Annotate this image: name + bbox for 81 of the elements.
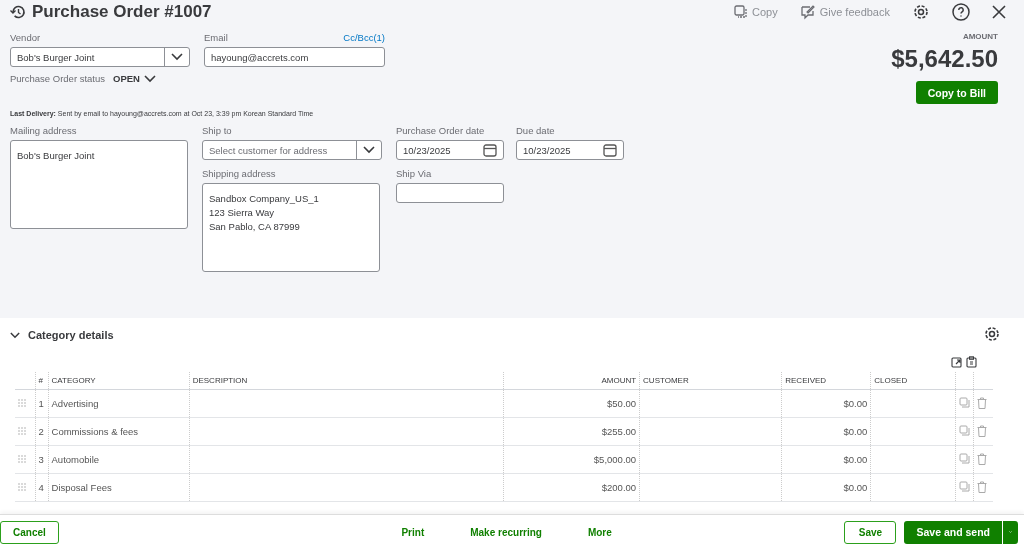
column-header: AMOUNT	[503, 372, 640, 390]
calendar-icon[interactable]	[603, 143, 617, 157]
category-cell[interactable]: Advertising	[48, 389, 190, 418]
category-cell[interactable]: Automobile	[48, 445, 190, 474]
amount-total: $5,642.50	[891, 45, 998, 73]
amount-cell[interactable]: $50.00	[503, 389, 640, 418]
column-header: #	[35, 372, 48, 390]
caret-icon	[363, 146, 375, 154]
column-header: RECEIVED	[781, 372, 871, 390]
duplicate-icon[interactable]	[959, 481, 971, 492]
status-dropdown[interactable]: OPEN	[113, 73, 156, 84]
copy-icon	[734, 5, 748, 19]
copy-to-bill-button[interactable]: Copy to Bill	[915, 81, 998, 104]
drag-handle-icon[interactable]	[18, 455, 26, 463]
column-header: CATEGORY	[48, 372, 190, 390]
caret-icon	[171, 53, 183, 61]
export-icon[interactable]	[951, 356, 962, 368]
speech-bubble-pencil-icon	[799, 4, 816, 20]
ship-via-field[interactable]	[396, 183, 504, 203]
footer-link[interactable]: More	[587, 526, 612, 538]
caret-icon	[144, 74, 156, 83]
save-button[interactable]: Save	[844, 520, 897, 544]
po-date-field[interactable]: 10/23/2025	[396, 140, 504, 160]
close-icon[interactable]	[992, 5, 1006, 19]
due-date-label: Due date	[516, 125, 556, 136]
ship-to-label: Ship to	[202, 125, 233, 136]
amount-cell[interactable]: $255.00	[503, 417, 640, 446]
email-field[interactable]: hayoung@accrets.com	[204, 47, 385, 67]
drag-handle-icon[interactable]	[18, 399, 26, 407]
amount-cell[interactable]: $5,000.00	[503, 445, 640, 474]
history-icon	[10, 4, 26, 20]
settings-icon[interactable]	[912, 3, 930, 21]
page-title: Purchase Order #1007	[32, 2, 212, 22]
amount-label: AMOUNT	[962, 32, 998, 41]
cancel-button[interactable]: Cancel	[0, 520, 59, 544]
footer-link[interactable]: Print	[401, 526, 425, 538]
row-number: 4	[35, 473, 48, 502]
footer-link[interactable]: Make recurring	[470, 526, 542, 538]
clipboard-icon[interactable]	[966, 356, 977, 368]
drag-handle-icon[interactable]	[18, 427, 26, 435]
category-details-toggle[interactable]: Category details	[10, 329, 114, 341]
received-cell: $0.00	[781, 389, 871, 418]
chevron-icon	[10, 331, 20, 339]
calendar-icon[interactable]	[483, 143, 497, 157]
received-cell: $0.00	[781, 473, 871, 502]
duplicate-icon[interactable]	[959, 425, 971, 436]
column-header: DESCRIPTION	[189, 372, 504, 390]
save-and-send-button[interactable]: Save and send	[904, 520, 1002, 544]
trash-icon[interactable]	[977, 396, 988, 409]
received-cell: $0.00	[781, 417, 871, 446]
category-cell[interactable]: Commissions & fees	[48, 417, 190, 446]
email-label: Email	[204, 32, 228, 43]
po-date-label: Purchase Order date	[396, 125, 486, 136]
drag-handle-icon[interactable]	[18, 483, 26, 491]
help-icon[interactable]	[952, 3, 970, 21]
duplicate-icon[interactable]	[959, 397, 971, 408]
amount-cell[interactable]: $200.00	[503, 473, 640, 502]
vendor-label: Vendor	[10, 32, 42, 43]
received-cell: $0.00	[781, 445, 871, 474]
mailing-address-label: Mailing address	[10, 125, 78, 136]
save-options-button[interactable]	[1002, 520, 1018, 544]
status-label: Purchase Order status	[10, 73, 106, 84]
shipping-address-label: Shipping address	[202, 168, 277, 179]
vendor-dropdown[interactable]: Bob's Burger Joint	[10, 47, 190, 67]
trash-icon[interactable]	[977, 424, 988, 437]
ship-to-dropdown[interactable]: Select customer for address	[202, 140, 382, 160]
column-header: CLOSED	[870, 372, 956, 390]
row-number: 1	[35, 389, 48, 418]
category-cell[interactable]: Disposal Fees	[48, 473, 190, 502]
trash-icon[interactable]	[977, 480, 988, 493]
column-header: CUSTOMER	[639, 372, 782, 390]
ship-via-label: Ship Via	[396, 168, 433, 179]
shipping-address-field[interactable]: Sandbox Company_US_1 123 Sierra Way San Pablo, CA 87999	[202, 183, 380, 272]
trash-icon[interactable]	[977, 452, 988, 465]
settings-icon[interactable]	[983, 325, 1001, 343]
duplicate-icon[interactable]	[959, 453, 971, 464]
due-date-field[interactable]: 10/23/2025	[516, 140, 624, 160]
cc-bcc-link[interactable]: Cc/Bcc(1)	[343, 32, 385, 47]
row-number: 2	[35, 417, 48, 446]
mailing-address-field[interactable]: Bob's Burger Joint	[10, 140, 188, 229]
row-number: 3	[35, 445, 48, 474]
